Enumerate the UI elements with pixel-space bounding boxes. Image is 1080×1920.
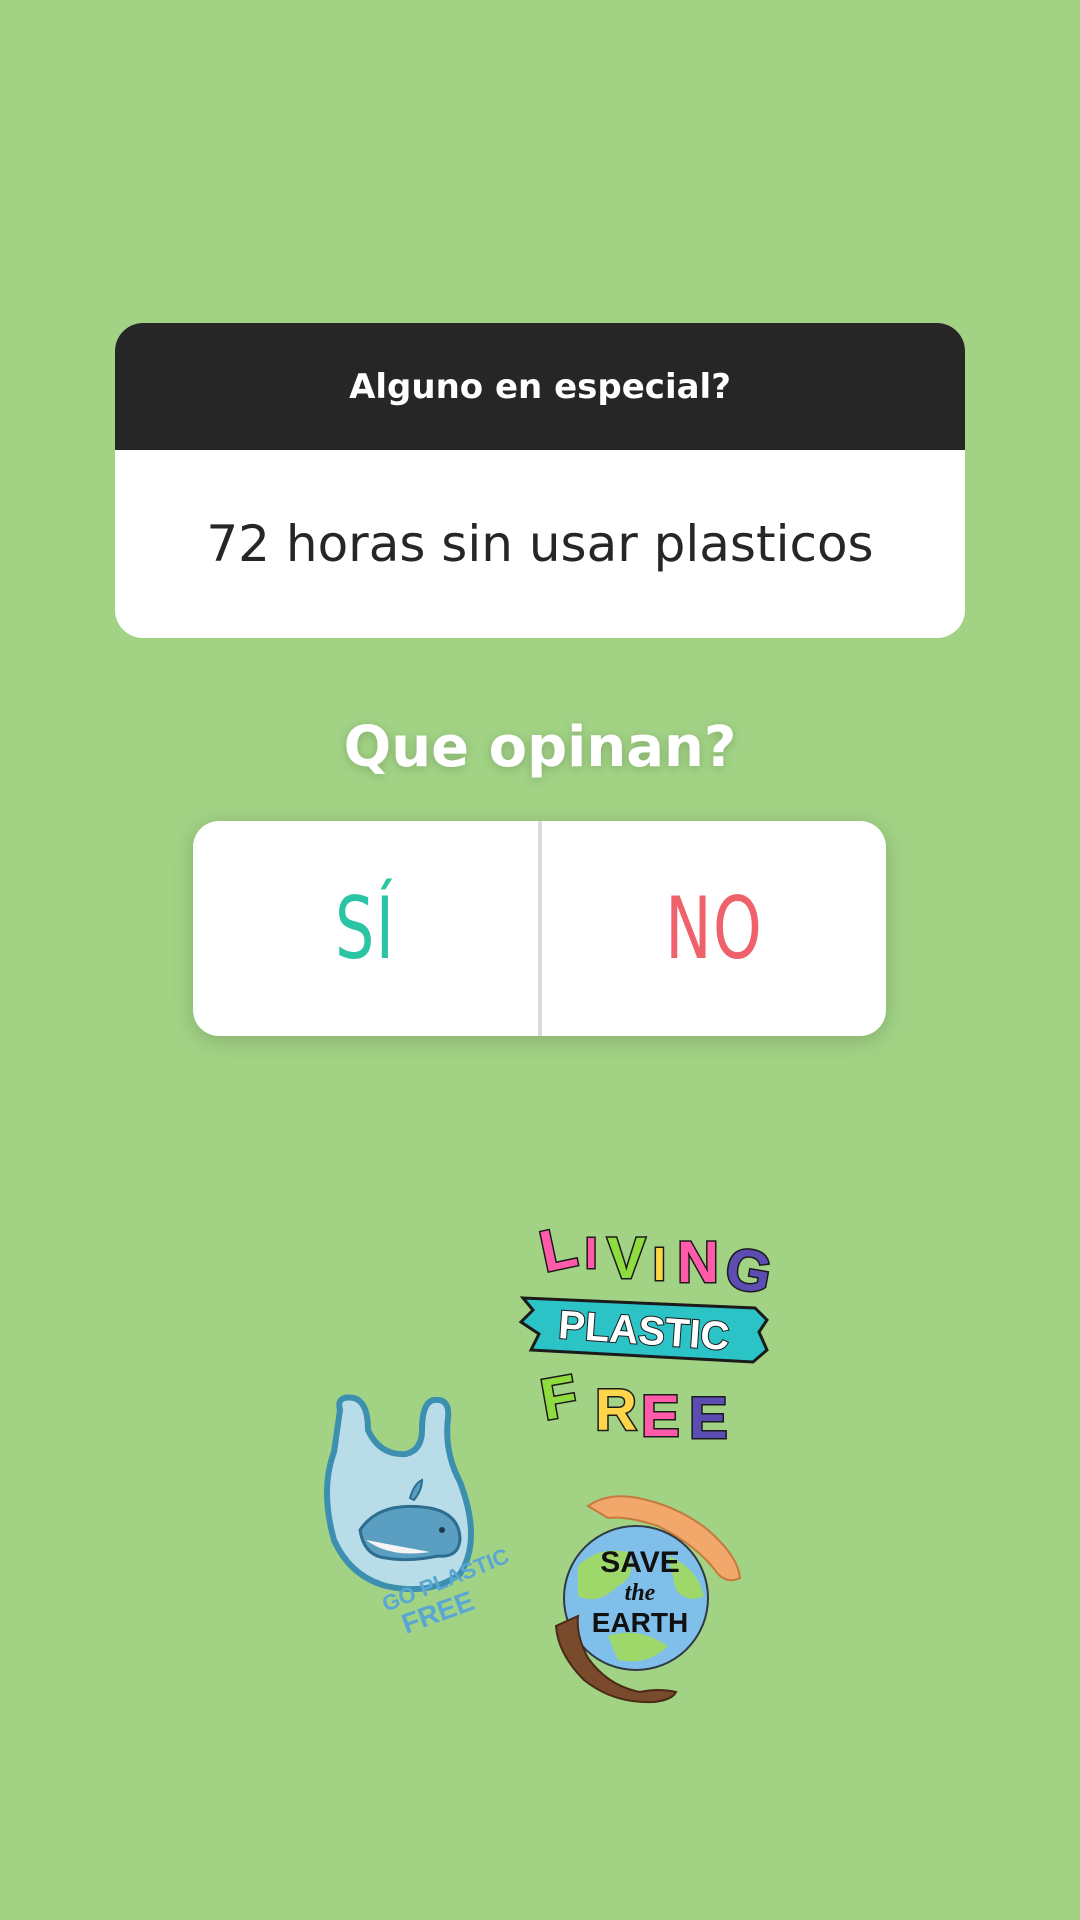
save-the-earth-sticker[interactable]: SAVE the EARTH	[548, 1486, 748, 1711]
earth-text: EARTH	[592, 1607, 688, 1638]
letter-v: V	[607, 1226, 646, 1291]
save-text: SAVE	[600, 1546, 679, 1579]
poll-sticker: SÍ NO	[193, 821, 886, 1036]
poll-divider	[537, 821, 542, 1036]
letter-r: R	[595, 1378, 637, 1443]
letter-i2: I	[653, 1238, 666, 1290]
letter-i: I	[585, 1229, 597, 1278]
the-text: the	[625, 1580, 656, 1606]
living-plastic-free-sticker[interactable]: L I V I N G PLASTIC F R E E	[515, 1210, 785, 1450]
letter-n: N	[677, 1230, 719, 1295]
go-plastic-free-sticker[interactable]: GO PLASTIC FREE	[310, 1390, 510, 1640]
question-sticker[interactable]: Alguno en especial? 72 horas sin usar pl…	[115, 323, 965, 638]
letter-f: F	[536, 1363, 582, 1433]
letter-e: E	[641, 1384, 680, 1449]
letter-e2: E	[689, 1386, 728, 1450]
poll-option-no[interactable]: NO	[590, 821, 838, 1036]
letter-g: G	[721, 1235, 777, 1307]
letter-l: L	[534, 1214, 582, 1285]
question-answer: 72 horas sin usar plasticos	[206, 515, 874, 573]
poll-question: Que opinan?	[343, 715, 737, 780]
poll-option-yes[interactable]: SÍ	[241, 821, 489, 1036]
question-prompt: Alguno en especial?	[115, 323, 965, 450]
